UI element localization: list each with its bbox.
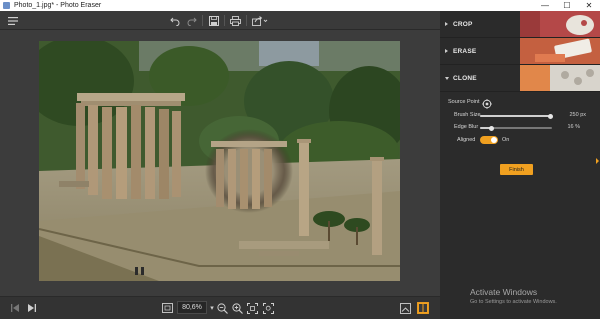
window-controls: — ☐ ✕ — [534, 0, 600, 11]
previous-image-icon[interactable] — [9, 301, 21, 315]
canvas-area[interactable] — [0, 30, 440, 296]
edge-blur-label: Edge Blur — [454, 124, 479, 130]
clone-section-label: CLONE — [453, 75, 477, 82]
aligned-toggle[interactable] — [480, 136, 498, 144]
print-icon[interactable] — [229, 13, 242, 28]
zoom-level-field[interactable]: 80,6% — [177, 301, 207, 314]
compare-single-icon[interactable] — [399, 301, 412, 315]
zoom-out-icon[interactable] — [216, 301, 228, 315]
edge-blur-value: 16 % — [567, 124, 580, 130]
edge-blur-slider[interactable] — [480, 125, 552, 131]
erase-section-header[interactable]: ERASE — [440, 38, 600, 65]
zoom-in-icon[interactable] — [231, 301, 243, 315]
brush-size-value: 250 px — [569, 112, 586, 118]
photo-canvas[interactable] — [39, 41, 400, 281]
erase-section-thumbnail — [520, 38, 600, 64]
toolbar-divider — [246, 15, 247, 26]
compare-split-icon[interactable] — [416, 301, 430, 315]
clone-section-header[interactable]: CLONE — [440, 65, 600, 92]
crop-section-header[interactable]: CROP — [440, 11, 600, 38]
activate-windows-subtitle: Go to Settings to activate Windows. — [470, 299, 557, 305]
minimize-button[interactable]: — — [534, 0, 556, 11]
panel-collapse-handle[interactable] — [596, 158, 599, 164]
actual-size-icon[interactable] — [262, 301, 275, 315]
bottom-bar: 80,6% ▾ — [0, 296, 440, 319]
photo-eraser-window: Photo_1.jpg* - Photo Eraser — ☐ ✕ 80,6% … — [0, 0, 600, 319]
brush-size-label: Brush Size — [454, 112, 481, 118]
toolbar-divider — [202, 15, 203, 26]
zoom-dropdown-icon[interactable]: ▾ — [208, 301, 216, 315]
aligned-state: On — [502, 137, 510, 143]
chevron-down-icon — [445, 77, 449, 80]
erase-section-label: ERASE — [453, 48, 477, 55]
fit-to-screen-icon[interactable] — [246, 301, 259, 315]
brush-size-slider-handle[interactable] — [548, 113, 554, 119]
crop-section-label: CROP — [453, 21, 473, 28]
crop-section-thumbnail — [520, 11, 600, 37]
title-bar: Photo_1.jpg* - Photo Eraser — ☐ ✕ — [0, 0, 600, 11]
aligned-label: Aligned — [457, 137, 476, 143]
app-icon — [3, 2, 10, 9]
clone-settings: Source Point Brush Size 250 px Edge Blur… — [440, 92, 600, 319]
maximize-button[interactable]: ☐ — [556, 0, 578, 11]
clone-section-thumbnail — [520, 65, 600, 91]
close-button[interactable]: ✕ — [578, 0, 600, 11]
chevron-right-icon — [445, 49, 448, 53]
finish-button[interactable]: Finish — [500, 164, 533, 175]
brush-size-slider-fill — [480, 115, 551, 117]
save-icon[interactable] — [207, 13, 220, 28]
activate-windows-title: Activate Windows — [470, 287, 538, 297]
undo-icon[interactable] — [168, 13, 181, 28]
brush-size-slider[interactable] — [480, 113, 554, 119]
source-point-label: Source Point — [448, 99, 480, 105]
target-icon[interactable] — [482, 96, 492, 109]
original-size-icon[interactable] — [160, 301, 174, 315]
activate-windows-watermark: Activate Windows Go to Settings to activ… — [470, 287, 557, 305]
toolbar-divider — [224, 15, 225, 26]
chevron-right-icon — [445, 22, 448, 26]
share-icon[interactable] — [251, 13, 269, 28]
window-title: Photo_1.jpg* - Photo Eraser — [14, 2, 102, 9]
next-image-icon[interactable] — [25, 301, 37, 315]
toggle-knob — [491, 137, 497, 143]
redo-icon[interactable] — [185, 13, 198, 28]
tools-panel: CROP ERASE CLONE Source Point Brush Size… — [440, 11, 600, 319]
toolbar — [0, 11, 440, 30]
hamburger-menu-icon[interactable] — [7, 13, 19, 28]
edge-blur-slider-handle[interactable] — [489, 125, 495, 131]
